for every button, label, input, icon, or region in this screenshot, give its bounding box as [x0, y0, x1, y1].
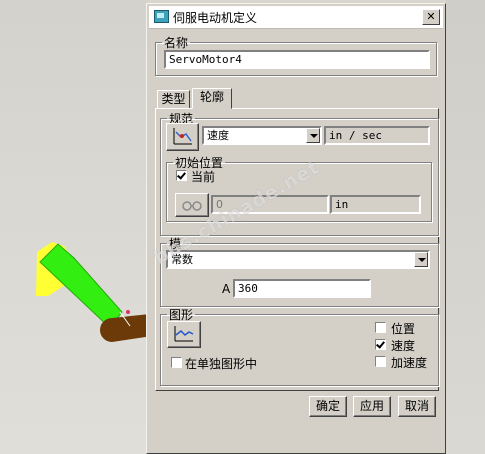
name-group-legend: 名称: [164, 36, 189, 50]
module-select[interactable]: 常数: [166, 250, 430, 269]
separate-graph-label: 在单独图形中: [185, 357, 258, 371]
dialog-app-icon: [154, 10, 169, 23]
name-input[interactable]: ServoMotor4: [164, 50, 430, 69]
module-select-value: 常数: [171, 253, 193, 266]
mechanism-model[interactable]: [0, 0, 160, 454]
servo-motor-dialog: 伺服电动机定义 ✕ 名称 ServoMotor4 类型 轮廓 规范 速度 in …: [146, 3, 446, 454]
glasses-icon: [182, 201, 202, 211]
cancel-button[interactable]: 取消: [398, 396, 436, 417]
glasses-button[interactable]: [175, 193, 209, 217]
close-button[interactable]: ✕: [422, 9, 440, 25]
a-coefficient-label: A: [222, 282, 231, 296]
initial-position-unit: in: [330, 195, 421, 214]
initial-position-input[interactable]: 0: [211, 195, 329, 214]
acceleration-checkbox[interactable]: [375, 356, 386, 367]
apply-button[interactable]: 应用: [353, 396, 391, 417]
spec-type-select[interactable]: 速度: [202, 126, 322, 145]
workspace-background-right: [446, 0, 485, 454]
velocity-checkbox[interactable]: [375, 339, 386, 350]
dialog-titlebar: 伺服电动机定义 ✕: [149, 6, 443, 29]
spec-type-value: 速度: [207, 129, 229, 142]
a-coefficient-input[interactable]: 360: [233, 279, 371, 298]
curve-graph-icon: [173, 128, 192, 145]
velocity-label: 速度: [391, 339, 416, 353]
tab-type[interactable]: 类型: [157, 90, 190, 109]
chevron-down-icon: [306, 128, 320, 143]
position-label: 位置: [391, 322, 416, 336]
acceleration-label: 加速度: [391, 356, 428, 370]
current-label: 当前: [191, 170, 216, 184]
spec-unit-display: in / sec: [324, 126, 430, 145]
spec-graph-button[interactable]: [166, 123, 199, 151]
chart-line-icon: [174, 326, 194, 342]
current-checkbox[interactable]: [176, 170, 187, 181]
show-graph-button[interactable]: [167, 321, 201, 348]
separate-graph-checkbox[interactable]: [171, 357, 182, 368]
tab-profile[interactable]: 轮廓: [192, 88, 232, 109]
model-joint-marker: [126, 310, 130, 314]
chevron-down-icon: [414, 252, 428, 267]
ok-button[interactable]: 确定: [309, 396, 347, 417]
position-checkbox[interactable]: [375, 322, 386, 333]
dialog-title: 伺服电动机定义: [173, 11, 258, 25]
